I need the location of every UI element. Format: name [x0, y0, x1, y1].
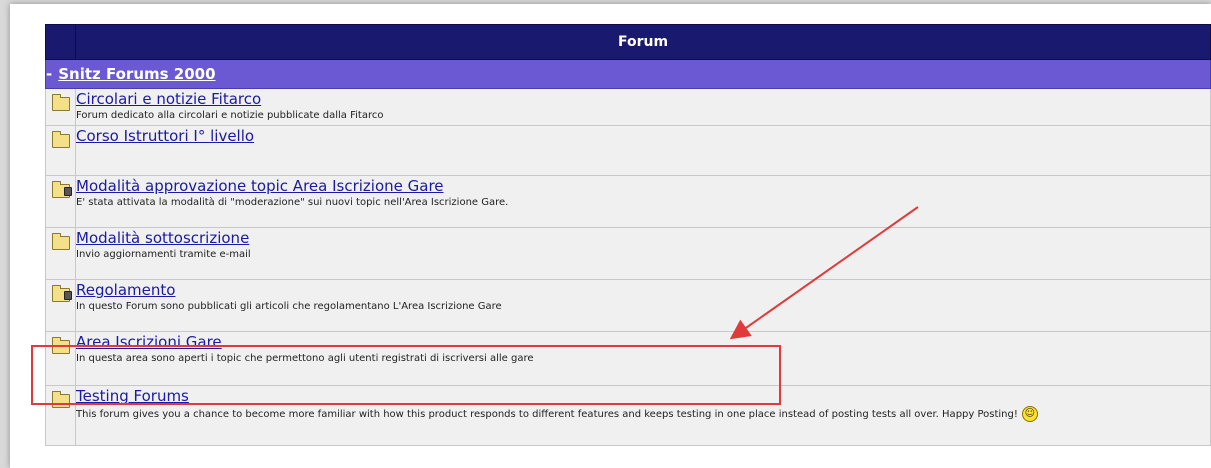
forum-link[interactable]: Modalità sottoscrizione [76, 230, 249, 247]
forum-text-cell: Regolamento In questo Forum sono pubblic… [75, 279, 1211, 332]
forum-description: This forum gives you a chance to become … [76, 406, 1210, 422]
folder-icon [51, 391, 70, 408]
folder-icon [51, 233, 70, 250]
forum-description-text: This forum gives you a chance to become … [76, 409, 1018, 420]
forum-header-title: Forum [75, 24, 1211, 60]
folder-icon [51, 337, 70, 354]
forum-row-regolamento: Regolamento In questo Forum sono pubblic… [45, 279, 1211, 332]
forum-text-cell: Modalità approvazione topic Area Iscrizi… [75, 175, 1211, 228]
forum-link[interactable]: Circolari e notizie Fitarco [76, 91, 261, 108]
locked-folder-icon [51, 181, 72, 198]
forum-icon-cell [45, 88, 76, 126]
forum-row-corso-istruttori: Corso Istruttori I° livello [45, 125, 1211, 176]
header-spacer [45, 24, 76, 60]
forum-icon-cell [45, 331, 76, 386]
forum-icon-cell [45, 175, 76, 228]
forum-row-area-iscrizioni-gare: Area Iscrizioni Gare In questa area sono… [45, 331, 1211, 386]
forum-row-testing-forums: Testing Forums This forum gives you a ch… [45, 385, 1211, 446]
forum-link[interactable]: Regolamento [76, 282, 175, 299]
category-row: - Snitz Forums 2000 [45, 59, 1211, 89]
forum-icon-cell [45, 125, 76, 176]
forum-text-cell: Circolari e notizie Fitarco Forum dedica… [75, 88, 1211, 126]
forum-table: Forum - Snitz Forums 2000 Circolari e not… [45, 24, 1211, 446]
forum-link[interactable]: Testing Forums [76, 388, 189, 405]
locked-folder-icon [51, 285, 72, 302]
category-cell: - Snitz Forums 2000 [45, 59, 1211, 89]
forum-text-cell: Testing Forums This forum gives you a ch… [75, 385, 1211, 446]
smiley-icon: ☺ [1021, 406, 1038, 422]
forum-row-modalita-sottoscrizione: Modalità sottoscrizione Invio aggiorname… [45, 227, 1211, 280]
forum-link[interactable]: Area Iscrizioni Gare [76, 334, 222, 351]
forum-text-cell: Corso Istruttori I° livello [75, 125, 1211, 176]
forum-icon-cell [45, 279, 76, 332]
forum-description: In questa area sono aperti i topic che p… [76, 353, 534, 364]
forum-row-modalita-approvazione: Modalità approvazione topic Area Iscrizi… [45, 175, 1211, 228]
forum-text-cell: Modalità sottoscrizione Invio aggiorname… [75, 227, 1211, 280]
forum-header-row: Forum [45, 24, 1211, 60]
forum-description: Invio aggiornamenti tramite e-mail [76, 249, 251, 260]
folder-icon [51, 131, 70, 148]
forum-text-cell: Area Iscrizioni Gare In questa area sono… [75, 331, 1211, 386]
forum-icon-cell [45, 385, 76, 446]
forum-description: In questo Forum sono pubblicati gli arti… [76, 301, 502, 312]
forum-link[interactable]: Corso Istruttori I° livello [76, 128, 254, 145]
category-collapse-toggle[interactable]: - [46, 65, 52, 83]
forum-icon-cell [45, 227, 76, 280]
category-link[interactable]: Snitz Forums 2000 [58, 65, 215, 83]
folder-icon [51, 94, 70, 111]
forum-link[interactable]: Modalità approvazione topic Area Iscrizi… [76, 178, 444, 195]
forum-description: E' stata attivata la modalità di "modera… [76, 197, 509, 208]
forum-description: Forum dedicato alla circolari e notizie … [76, 110, 384, 121]
forum-row-circolari: Circolari e notizie Fitarco Forum dedica… [45, 88, 1211, 126]
